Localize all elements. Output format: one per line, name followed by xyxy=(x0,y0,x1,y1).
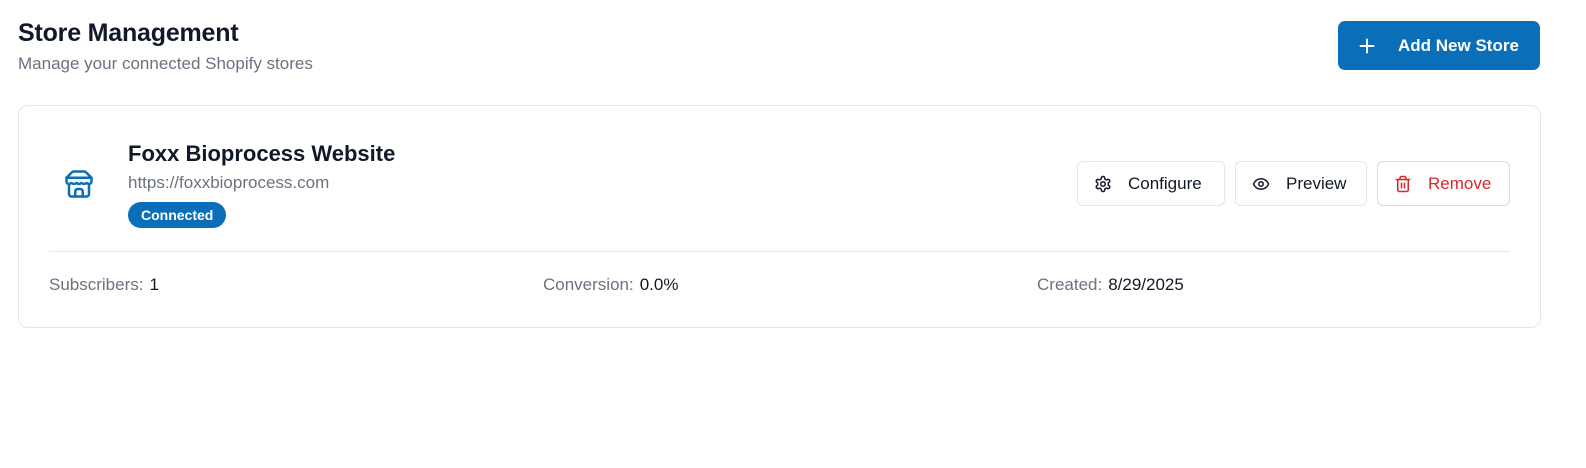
status-badge: Connected xyxy=(128,202,227,228)
configure-button[interactable]: Configure xyxy=(1077,161,1225,206)
page-title: Store Management xyxy=(18,19,239,47)
store-info: Foxx Bioprocess Website https://foxxbiop… xyxy=(128,139,395,228)
conversion-label: Conversion: xyxy=(543,275,634,294)
configure-label: Configure xyxy=(1128,173,1202,193)
stat-conversion: Conversion: 0.0% xyxy=(543,274,678,296)
eye-icon xyxy=(1252,175,1270,193)
preview-button[interactable]: Preview xyxy=(1235,161,1367,206)
store-card: Foxx Bioprocess Website https://foxxbiop… xyxy=(18,105,1541,328)
subscribers-label: Subscribers: xyxy=(49,275,144,294)
store-management-page: Store Management Manage your connected S… xyxy=(0,0,1586,468)
stat-subscribers: Subscribers: 1 xyxy=(49,274,159,296)
page-subtitle: Manage your connected Shopify stores xyxy=(18,54,313,73)
preview-label: Preview xyxy=(1286,173,1347,193)
store-url: https://foxxbioprocess.com xyxy=(128,173,330,192)
card-divider xyxy=(49,251,1510,252)
add-new-store-button[interactable]: Add New Store xyxy=(1338,21,1540,70)
created-value: 8/29/2025 xyxy=(1108,275,1184,294)
plus-icon xyxy=(1358,37,1376,55)
created-label: Created: xyxy=(1037,275,1103,294)
store-name: Foxx Bioprocess Website xyxy=(128,141,396,166)
store-icon xyxy=(64,169,94,199)
subscribers-value: 1 xyxy=(149,275,159,294)
gear-icon xyxy=(1094,175,1112,193)
add-new-store-label: Add New Store xyxy=(1398,35,1519,55)
page-header: Store Management Manage your connected S… xyxy=(18,17,313,77)
trash-icon xyxy=(1394,175,1412,193)
conversion-value: 0.0% xyxy=(639,275,679,294)
remove-button[interactable]: Remove xyxy=(1377,161,1510,206)
remove-label: Remove xyxy=(1428,173,1492,193)
store-actions: Configure Preview Remove xyxy=(1077,161,1510,206)
stat-created: Created: 8/29/2025 xyxy=(1037,274,1184,296)
